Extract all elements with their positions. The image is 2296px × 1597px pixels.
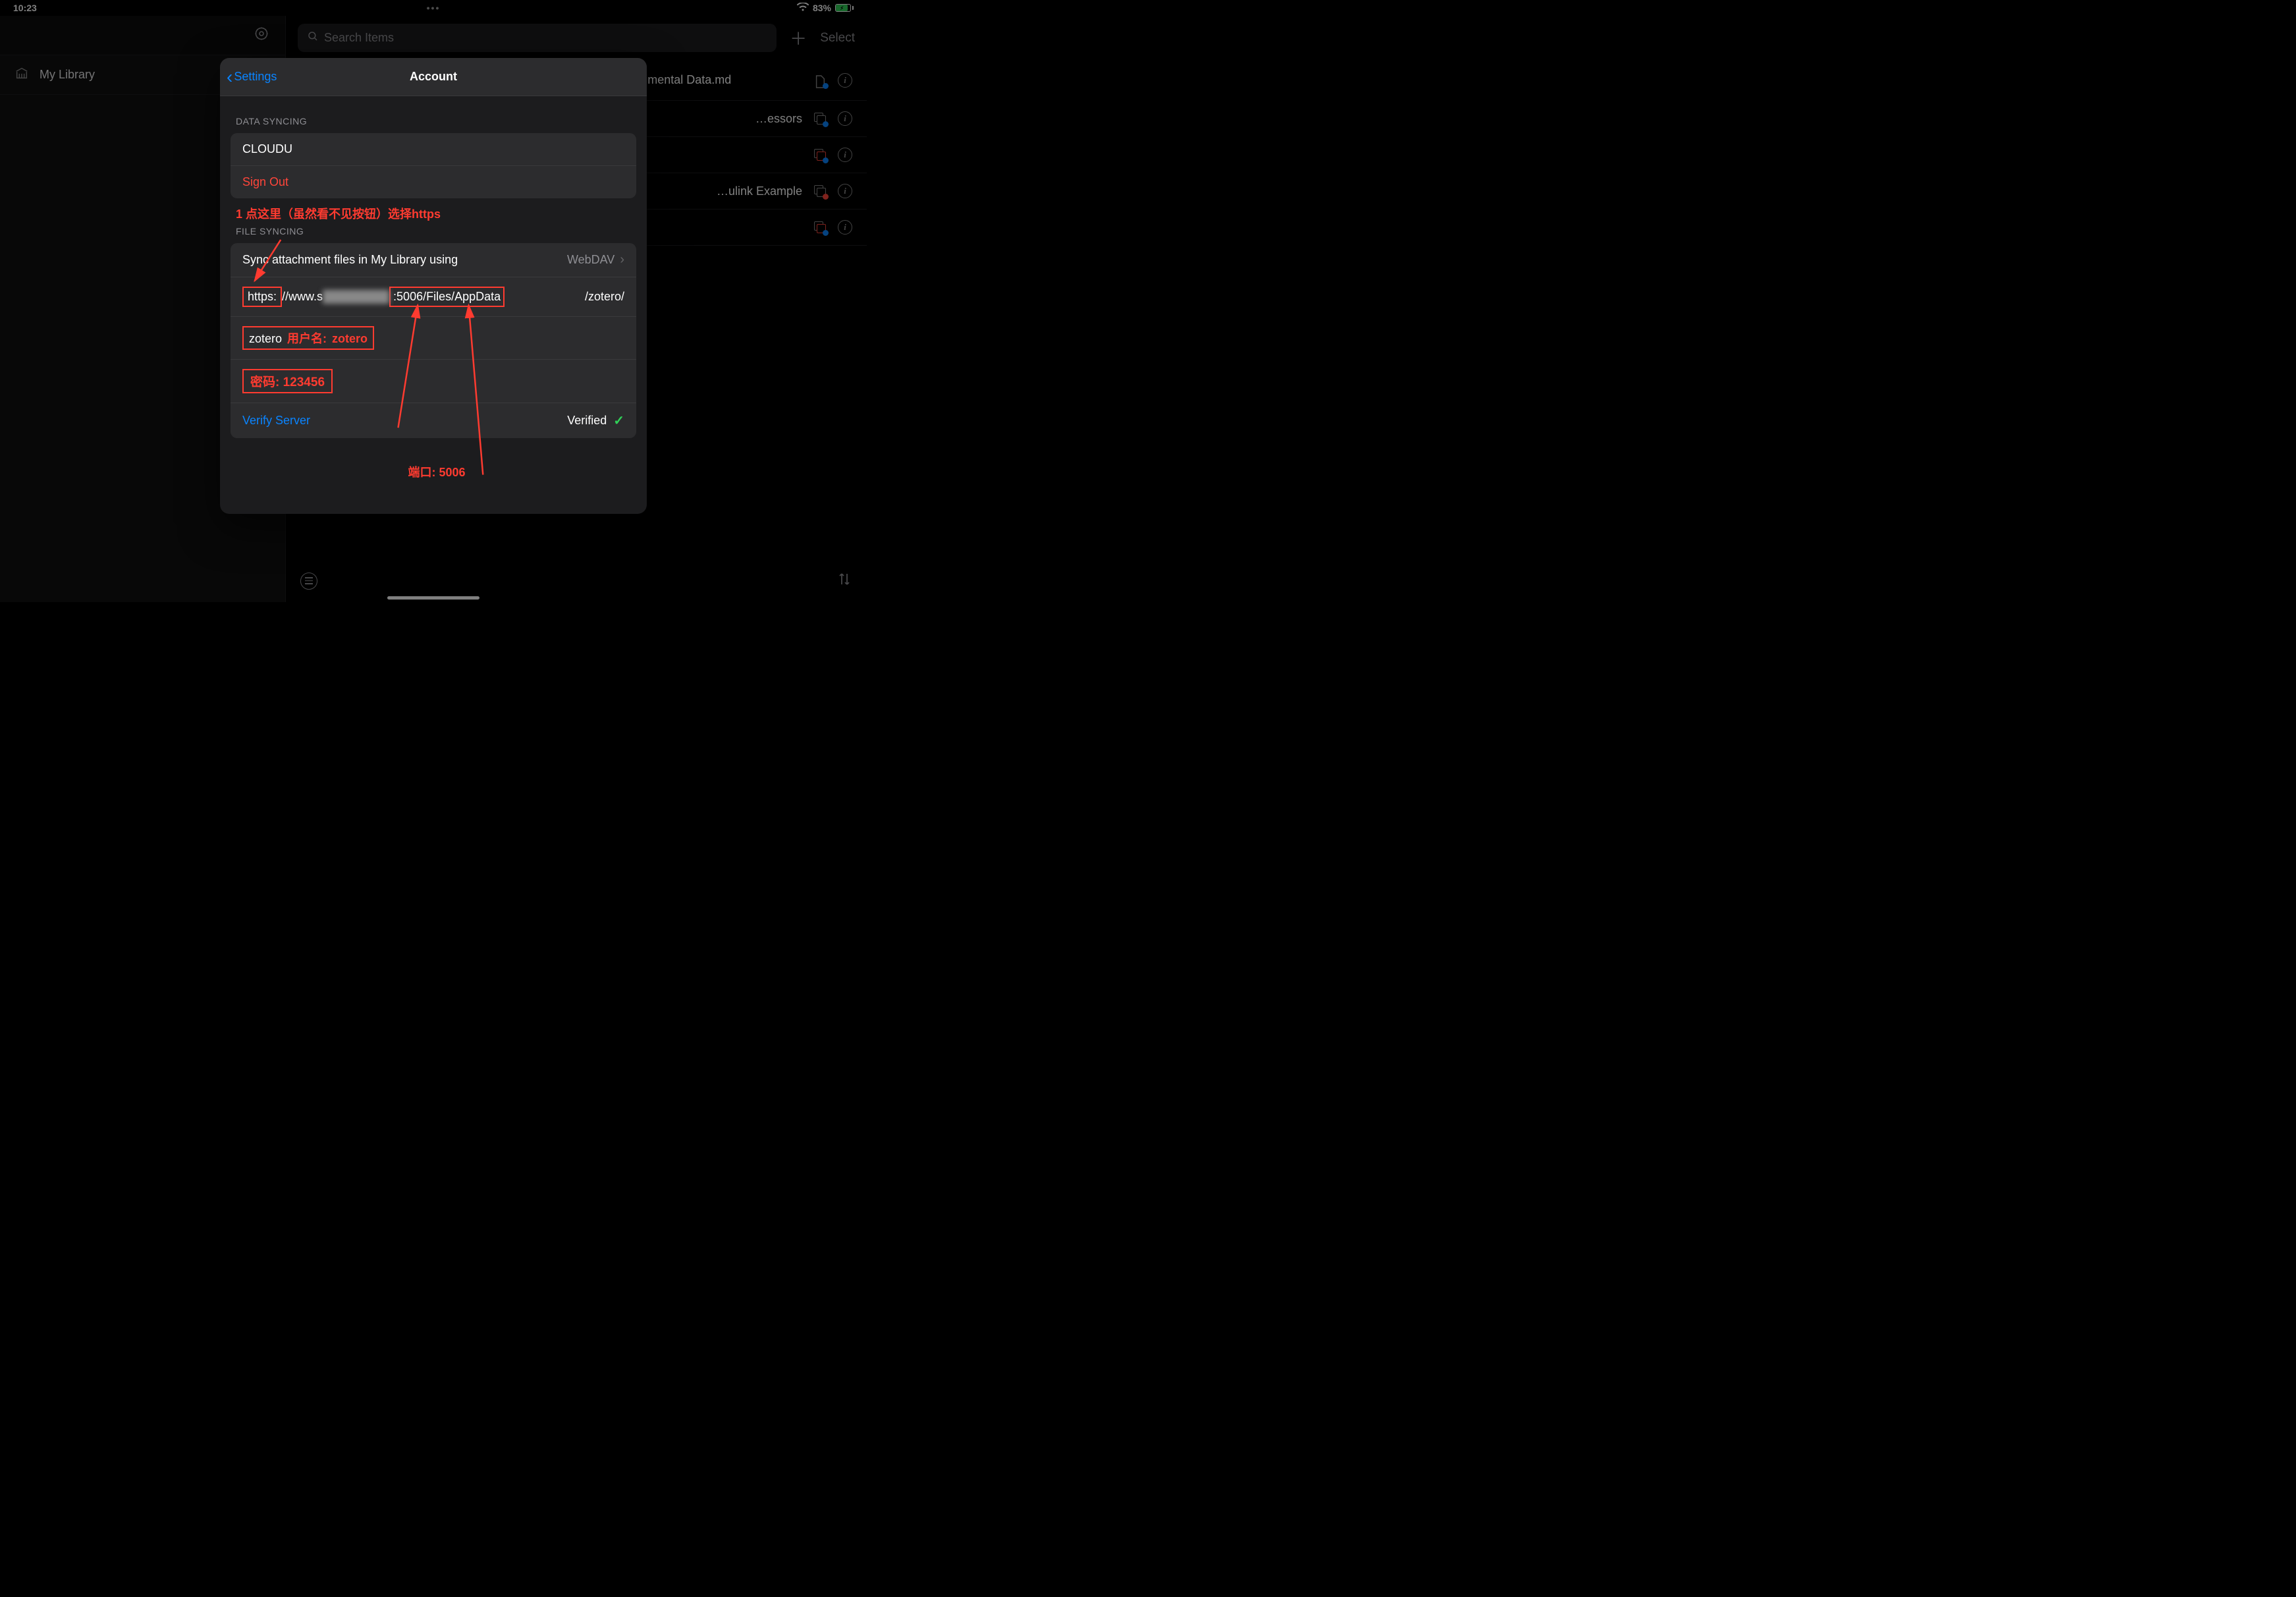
modal-header: ‹ Settings Account bbox=[220, 58, 647, 96]
sync-method-value: WebDAV bbox=[567, 253, 615, 267]
account-name-cell: CLOUDU bbox=[231, 133, 636, 166]
modal-title: Account bbox=[410, 70, 457, 84]
webdav-username-cell[interactable]: zotero 用户名: zotero bbox=[231, 317, 636, 360]
annotation-tip-1: 1 点这里（虽然看不见按钮）选择https bbox=[231, 198, 636, 222]
section-data-syncing: DATA SYNCING bbox=[231, 96, 636, 133]
annotation-path: 存放地址: /home/.... bbox=[231, 480, 636, 514]
section-file-syncing: FILE SYNCING bbox=[231, 222, 636, 243]
url-host-start: //www.s bbox=[282, 290, 323, 304]
modal-body[interactable]: DATA SYNCING CLOUDU Sign Out 1 点这里（虽然看不见… bbox=[220, 96, 647, 514]
webdav-password-cell[interactable]: 密码: 123456 bbox=[231, 360, 636, 403]
annotation-port: 端口: 5006 bbox=[231, 458, 636, 480]
annotation-username-value: zotero bbox=[332, 332, 368, 346]
url-scheme-picker[interactable]: https: bbox=[242, 287, 282, 307]
verify-server-cell[interactable]: Verify Server Verified ✓ bbox=[231, 403, 636, 438]
sync-method-label: Sync attachment files in My Library usin… bbox=[242, 253, 458, 267]
chevron-right-icon: › bbox=[620, 252, 624, 267]
verify-server-label: Verify Server bbox=[242, 414, 310, 428]
back-label: Settings bbox=[234, 70, 277, 84]
url-port-path: :5006/Files/AppData bbox=[389, 287, 505, 307]
url-host-redacted: xxxxx bbox=[323, 290, 389, 304]
data-syncing-group: CLOUDU Sign Out bbox=[231, 133, 636, 198]
chevron-left-icon: ‹ bbox=[227, 68, 232, 86]
file-syncing-group: Sync attachment files in My Library usin… bbox=[231, 243, 636, 438]
sync-method-cell[interactable]: Sync attachment files in My Library usin… bbox=[231, 243, 636, 277]
sign-out-cell[interactable]: Sign Out bbox=[231, 166, 636, 198]
username-value: zotero bbox=[249, 332, 282, 346]
annotation-password-label: 密码: bbox=[250, 376, 279, 389]
check-icon: ✓ bbox=[613, 412, 624, 429]
annotation-password-value: 123456 bbox=[283, 376, 325, 389]
webdav-url-cell[interactable]: https: //www.s xxxxx :5006/Files/AppData… bbox=[231, 277, 636, 317]
account-name: CLOUDU bbox=[242, 142, 292, 156]
verified-label: Verified bbox=[567, 414, 607, 428]
sign-out-label: Sign Out bbox=[242, 175, 288, 189]
url-suffix: /zotero/ bbox=[585, 290, 624, 304]
settings-modal: ‹ Settings Account DATA SYNCING CLOUDU S… bbox=[220, 58, 647, 514]
annotation-username-label: 用户名: bbox=[287, 329, 327, 347]
back-button[interactable]: ‹ Settings bbox=[227, 68, 277, 86]
annotations-below: 端口: 5006 存放地址: /home/.... bbox=[231, 438, 636, 514]
